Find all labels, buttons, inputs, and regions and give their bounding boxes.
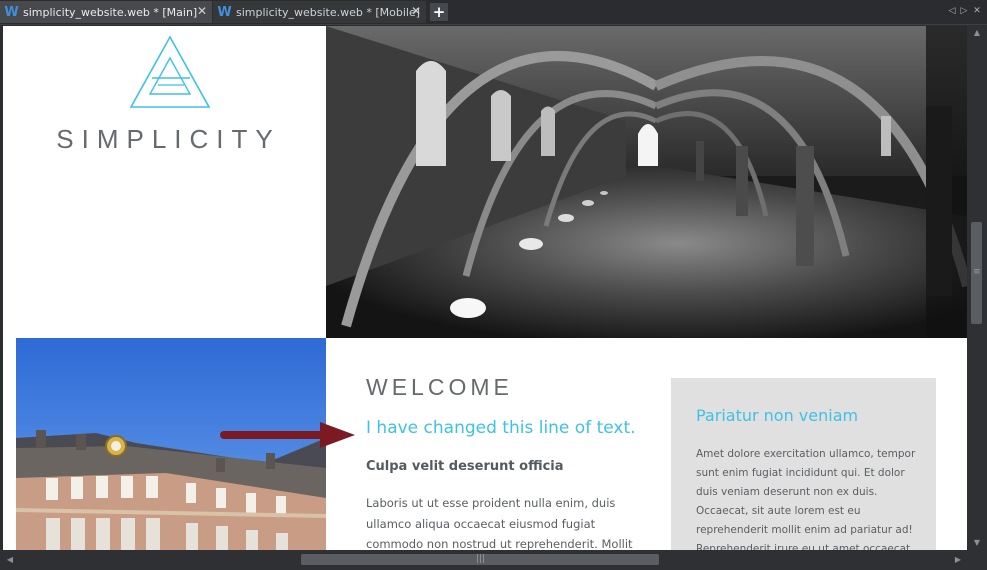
cloister-photo xyxy=(326,26,967,338)
tab-main-label: simplicity_website.web * [Main] xyxy=(23,5,198,19)
horizontal-scrollbar[interactable]: ◀ ||| ▶ xyxy=(0,550,987,570)
close-icon[interactable]: ✕ xyxy=(409,4,423,18)
vertical-scrollbar[interactable]: ▲ ≡ ▼ xyxy=(967,26,987,550)
scroll-tabs-right-icon[interactable]: ▷ xyxy=(958,4,970,18)
scroll-right-icon[interactable]: ▶ xyxy=(952,555,964,565)
logo-text: SIMPLICITY xyxy=(56,124,281,154)
scroll-up-icon[interactable]: ▲ xyxy=(971,28,983,38)
close-document-icon[interactable]: ✕ xyxy=(971,4,983,18)
design-canvas[interactable]: SIMPLICITY WELCOME I have changed this l… xyxy=(3,26,967,550)
grip-icon: ≡ xyxy=(973,267,981,277)
w-document-icon: W xyxy=(217,4,232,20)
sidebar-box[interactable]: Pariatur non veniam Amet dolore exercita… xyxy=(671,378,936,550)
scroll-tabs-left-icon[interactable]: ◁ xyxy=(946,4,958,18)
w-document-icon: W xyxy=(4,4,19,20)
horizontal-scroll-thumb[interactable]: ||| xyxy=(301,554,659,565)
logo-block[interactable]: SIMPLICITY xyxy=(3,26,326,338)
sidebar-box-title[interactable]: Pariatur non veniam xyxy=(696,406,858,425)
sidebar-box-text[interactable]: Amet dolore exercitation ullamco, tempor… xyxy=(696,445,921,550)
subheading[interactable]: Culpa velit deserunt officia xyxy=(366,459,564,474)
changed-text-line[interactable]: I have changed this line of text. xyxy=(366,418,636,438)
arrow-right-icon xyxy=(220,422,355,448)
body-paragraph[interactable]: Laboris ut ut esse proident nulla enim, … xyxy=(366,493,641,550)
tab-mobile[interactable]: W simplicity_website.web * [Mobile] ✕ xyxy=(213,1,426,23)
content-section[interactable]: WELCOME I have changed this line of text… xyxy=(326,338,967,550)
scroll-left-icon[interactable]: ◀ xyxy=(4,555,16,565)
grip-icon: ||| xyxy=(476,554,486,564)
scroll-down-icon[interactable]: ▼ xyxy=(971,538,983,548)
new-tab-button[interactable]: + xyxy=(430,3,448,21)
triangle-a-logo-icon xyxy=(129,35,211,108)
hero-image[interactable] xyxy=(326,26,967,338)
close-icon[interactable]: ✕ xyxy=(195,4,209,18)
document-tab-bar: W simplicity_website.web * [Main] ✕ W si… xyxy=(0,0,987,25)
tab-main[interactable]: W simplicity_website.web * [Main] ✕ xyxy=(0,1,212,23)
vertical-scroll-thumb[interactable]: ≡ xyxy=(971,222,982,324)
welcome-heading[interactable]: WELCOME xyxy=(366,374,513,401)
tab-mobile-label: simplicity_website.web * [Mobile] xyxy=(236,5,421,19)
